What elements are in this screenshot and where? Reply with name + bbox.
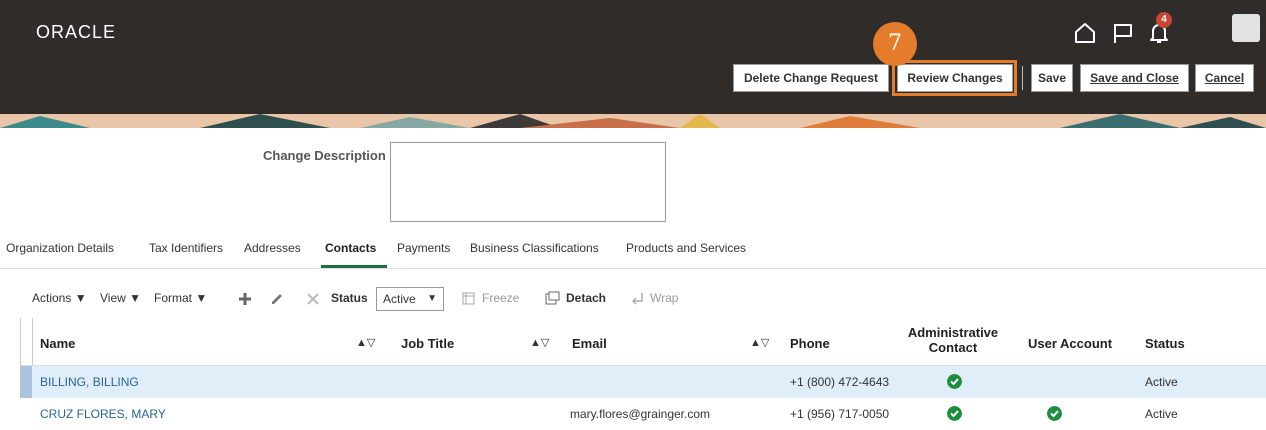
contact-name-link[interactable]: BILLING, BILLING (40, 375, 139, 389)
page-header: Edit Profile Change Request: 28004 (0, 62, 1266, 158)
status-cell: Active (1145, 407, 1178, 421)
save-and-close-button[interactable]: Save and Close (1080, 64, 1189, 92)
chevron-down-icon: ▼ (427, 293, 437, 304)
freeze-icon (462, 292, 475, 305)
delete-x-icon[interactable] (306, 292, 320, 306)
caret-down-icon: ▼ (74, 291, 87, 305)
contact-name-link[interactable]: CRUZ FLORES, MARY (40, 407, 166, 421)
format-menu[interactable]: Format ▼ (154, 291, 207, 305)
user-avatar[interactable] (1232, 14, 1260, 42)
banner-art-icon (0, 114, 1266, 128)
sort-name-icon[interactable]: ▲▽ (356, 336, 375, 349)
wrap-button[interactable]: Wrap (650, 291, 678, 305)
home-icon[interactable] (1072, 20, 1098, 46)
review-changes-button[interactable]: Review Changes (897, 64, 1013, 92)
column-header-status[interactable]: Status (1145, 336, 1185, 351)
table-toolbar: Actions ▼ View ▼ Format ▼ Status Active … (0, 287, 1266, 311)
add-icon[interactable] (238, 292, 252, 306)
column-header-user-account[interactable]: User Account (1028, 336, 1112, 351)
user-account-check-icon (1047, 406, 1062, 421)
email-cell: mary.flores@grainger.com (570, 407, 711, 421)
view-menu[interactable]: View ▼ (100, 291, 141, 305)
detach-button[interactable]: Detach (566, 291, 606, 305)
global-header: ORACLE 4 (0, 0, 1266, 62)
tab-bar: Organization Details Tax Identifiers Add… (0, 241, 1266, 267)
edit-pencil-icon[interactable] (270, 292, 284, 306)
oracle-logo[interactable]: ORACLE (36, 22, 116, 43)
column-header-administrative-contact[interactable]: Administrative Contact (900, 325, 1006, 355)
tab-products-and-services[interactable]: Products and Services (626, 241, 746, 255)
button-separator (1022, 66, 1023, 90)
tab-divider (0, 268, 1266, 269)
tab-addresses[interactable]: Addresses (244, 241, 301, 255)
column-header-email[interactable]: Email (572, 336, 607, 351)
status-cell: Active (1145, 375, 1178, 389)
status-filter-label: Status (331, 291, 368, 305)
freeze-button[interactable]: Freeze (482, 291, 519, 305)
tab-tax-identifiers[interactable]: Tax Identifiers (149, 241, 223, 255)
column-header-job-title[interactable]: Job Title (401, 336, 454, 351)
save-button[interactable]: Save (1031, 64, 1073, 92)
flag-icon[interactable] (1110, 20, 1136, 46)
table-row[interactable]: BILLING, BILLING +1 (800) 472-4643 Activ… (20, 366, 1266, 398)
caret-down-icon: ▼ (129, 291, 142, 305)
admin-contact-check-icon (947, 406, 962, 421)
tab-payments[interactable]: Payments (397, 241, 450, 255)
notification-count-badge: 4 (1156, 12, 1172, 28)
tab-business-classifications[interactable]: Business Classifications (470, 241, 599, 255)
decorative-banner (0, 114, 1266, 128)
step-callout: 7 (873, 22, 917, 66)
row-selected-marker (20, 366, 32, 398)
tab-organization-details[interactable]: Organization Details (6, 241, 114, 255)
change-description-textarea[interactable] (390, 142, 666, 222)
delete-change-request-button[interactable]: Delete Change Request (733, 64, 889, 92)
caret-down-icon: ▼ (195, 291, 208, 305)
admin-contact-check-icon (947, 374, 962, 389)
sort-email-icon[interactable]: ▲▽ (750, 336, 769, 349)
status-filter-select[interactable]: Active ▼ (376, 287, 444, 311)
table-row[interactable]: CRUZ FLORES, MARY mary.flores@grainger.c… (20, 398, 1266, 430)
detach-icon (545, 291, 560, 305)
column-header-name[interactable]: Name (40, 336, 75, 351)
actions-menu[interactable]: Actions ▼ (32, 291, 87, 305)
cancel-button[interactable]: Cancel (1195, 64, 1254, 92)
phone-cell: +1 (956) 717-0050 (790, 407, 890, 421)
phone-cell: +1 (800) 472-4643 (790, 375, 890, 389)
tab-contacts[interactable]: Contacts (325, 241, 376, 255)
column-header-phone[interactable]: Phone (790, 336, 830, 351)
wrap-icon (632, 293, 643, 305)
change-description-label: Change Description (263, 148, 386, 163)
table-header: Name ▲▽ Job Title ▲▽ Email ▲▽ Phone Admi… (20, 318, 1266, 366)
sort-job-title-icon[interactable]: ▲▽ (530, 336, 549, 349)
